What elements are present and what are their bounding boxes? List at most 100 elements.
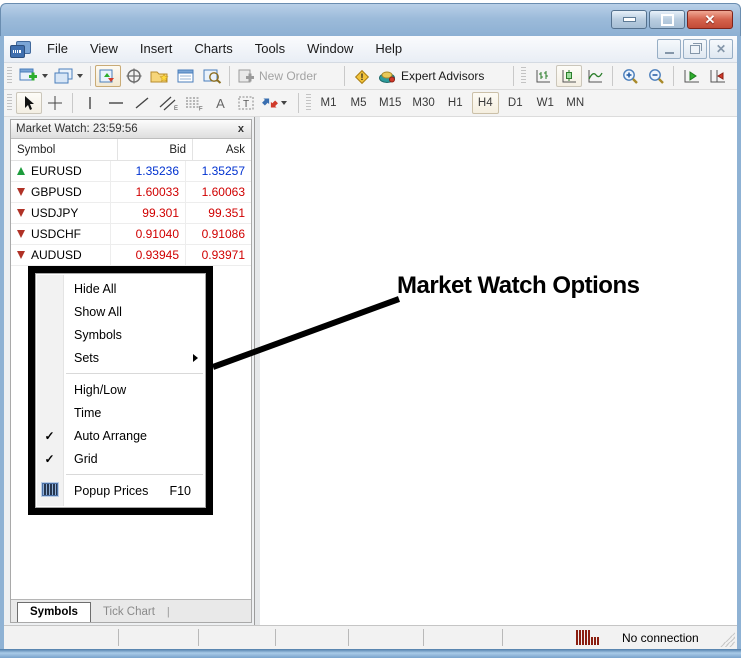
timeframe-d1[interactable]: D1	[502, 92, 529, 114]
zoom-in-icon	[621, 68, 639, 85]
new-order-button[interactable]: New Order	[234, 65, 320, 87]
menu-item-label: Hide All	[74, 282, 205, 296]
horizontal-line-button[interactable]	[103, 92, 129, 114]
toolbar-grip[interactable]	[521, 67, 526, 85]
text-button[interactable]: A	[207, 92, 233, 114]
bid-value: 0.91040	[111, 224, 186, 244]
toolbar-grip[interactable]	[306, 94, 311, 112]
market-watch-row-usdchf[interactable]: USDCHF0.910400.91086	[11, 224, 251, 245]
new-chart-dropdown-icon	[42, 74, 48, 78]
context-menu-item-sets[interactable]: Sets	[36, 346, 205, 369]
fibonacci-button[interactable]: F	[181, 92, 207, 114]
minimize-button[interactable]	[611, 10, 647, 29]
trendline-icon	[133, 95, 151, 111]
menu-view[interactable]: View	[79, 36, 129, 62]
menubar-items: FileViewInsertChartsToolsWindowHelp	[36, 36, 413, 62]
child-restore-icon	[690, 45, 700, 54]
market-watch-row-usdjpy[interactable]: USDJPY99.30199.351	[11, 203, 251, 224]
terminal-button[interactable]	[173, 65, 199, 87]
maximize-icon	[661, 14, 674, 26]
bar-chart-button[interactable]	[530, 65, 556, 87]
symbol-cell: GBPUSD	[11, 182, 111, 202]
menu-charts[interactable]: Charts	[183, 36, 243, 62]
column-symbol[interactable]: Symbol	[11, 139, 118, 160]
market-watch-close-icon[interactable]: x	[236, 124, 246, 135]
new-chart-button[interactable]	[16, 65, 51, 87]
text-label-button[interactable]: T	[233, 92, 259, 114]
signal-bar	[594, 637, 596, 645]
context-menu-item-show-all[interactable]: Show All	[36, 300, 205, 323]
child-minimize-button[interactable]	[657, 39, 681, 59]
title-bar[interactable]: ✕	[0, 3, 741, 36]
signal-bar	[591, 637, 593, 645]
application-window: ✕ FileViewInsertChartsToolsWindowHelp ✕	[0, 0, 741, 658]
market-watch-header[interactable]: Market Watch: 23:59:56 x	[11, 120, 251, 139]
trendline-button[interactable]	[129, 92, 155, 114]
child-restore-button[interactable]	[683, 39, 707, 59]
context-menu-item-hide-all[interactable]: Hide All	[36, 277, 205, 300]
maximize-button[interactable]	[649, 10, 685, 29]
menu-tools[interactable]: Tools	[244, 36, 296, 62]
timeframe-h1[interactable]: H1	[442, 92, 469, 114]
crosshair-icon	[47, 95, 63, 111]
zoom-out-button[interactable]	[643, 65, 669, 87]
up-arrow-icon	[17, 167, 25, 175]
column-bid[interactable]: Bid	[118, 139, 193, 160]
ea-alert-button[interactable]: !	[349, 65, 375, 87]
tab-tick-chart[interactable]: Tick Chart	[91, 603, 167, 622]
menu-separator	[66, 474, 203, 475]
timeframe-m30[interactable]: M30	[408, 92, 438, 114]
timeframe-w1[interactable]: W1	[532, 92, 559, 114]
market-watch-row-audusd[interactable]: AUDUSD0.939450.93971	[11, 245, 251, 266]
toolbar-grip[interactable]	[7, 94, 12, 112]
market-watch-toggle-button[interactable]	[95, 65, 121, 87]
context-menu-item-symbols[interactable]: Symbols	[36, 323, 205, 346]
navigator-button[interactable]	[147, 65, 173, 87]
close-button[interactable]: ✕	[687, 10, 733, 29]
auto-scroll-button[interactable]	[678, 65, 704, 87]
context-menu-item-auto-arrange[interactable]: ✓Auto Arrange	[36, 424, 205, 447]
timeframe-m1[interactable]: M1	[315, 92, 342, 114]
arrows-button[interactable]	[259, 92, 290, 114]
market-watch-tabstrip: SymbolsTick Chart|	[11, 599, 251, 622]
context-menu-item-high-low[interactable]: High/Low	[36, 378, 205, 401]
expert-advisors-button[interactable]: Expert Advisors	[375, 65, 487, 87]
menu-insert[interactable]: Insert	[129, 36, 184, 62]
tab-symbols[interactable]: Symbols	[17, 602, 91, 622]
cursor-button[interactable]	[16, 92, 42, 114]
zoom-in-button[interactable]	[617, 65, 643, 87]
channel-icon: E	[158, 95, 178, 111]
data-window-button[interactable]	[121, 65, 147, 87]
candlestick-chart-button[interactable]	[556, 65, 582, 87]
toolbar-grip[interactable]	[7, 67, 12, 85]
profiles-button[interactable]	[51, 65, 86, 87]
menu-help[interactable]: Help	[364, 36, 413, 62]
candlestick-icon	[560, 68, 578, 84]
status-separator	[502, 629, 503, 646]
equidistant-channel-button[interactable]: E	[155, 92, 181, 114]
strategy-tester-button[interactable]	[199, 65, 225, 87]
timeframe-m15[interactable]: M15	[375, 92, 405, 114]
column-ask[interactable]: Ask	[193, 144, 251, 156]
context-menu-item-grid[interactable]: ✓Grid	[36, 447, 205, 470]
context-menu-item-time[interactable]: Time	[36, 401, 205, 424]
chart-shift-button[interactable]	[704, 65, 730, 87]
timeframe-mn[interactable]: MN	[562, 92, 589, 114]
menu-window[interactable]: Window	[296, 36, 364, 62]
bid-value: 1.35236	[111, 161, 186, 181]
timeframe-m5[interactable]: M5	[345, 92, 372, 114]
line-chart-button[interactable]	[582, 65, 608, 87]
market-watch-row-gbpusd[interactable]: GBPUSD1.600331.60063	[11, 182, 251, 203]
market-watch-row-eurusd[interactable]: EURUSD1.352361.35257	[11, 161, 251, 182]
crosshair-button[interactable]	[42, 92, 68, 114]
context-menu: Hide AllShow AllSymbolsSetsHigh/LowTime✓…	[35, 273, 206, 508]
resize-grip[interactable]	[720, 632, 735, 647]
menu-file[interactable]: File	[36, 36, 79, 62]
bar-chart-icon	[534, 68, 552, 84]
child-close-button[interactable]: ✕	[709, 39, 733, 59]
vertical-line-button[interactable]	[77, 92, 103, 114]
timeframe-h4[interactable]: H4	[472, 92, 499, 114]
tab-divider: |	[167, 606, 170, 622]
context-menu-item-popup-prices[interactable]: Popup PricesF10	[36, 479, 205, 502]
connection-signal-icon	[576, 630, 599, 645]
